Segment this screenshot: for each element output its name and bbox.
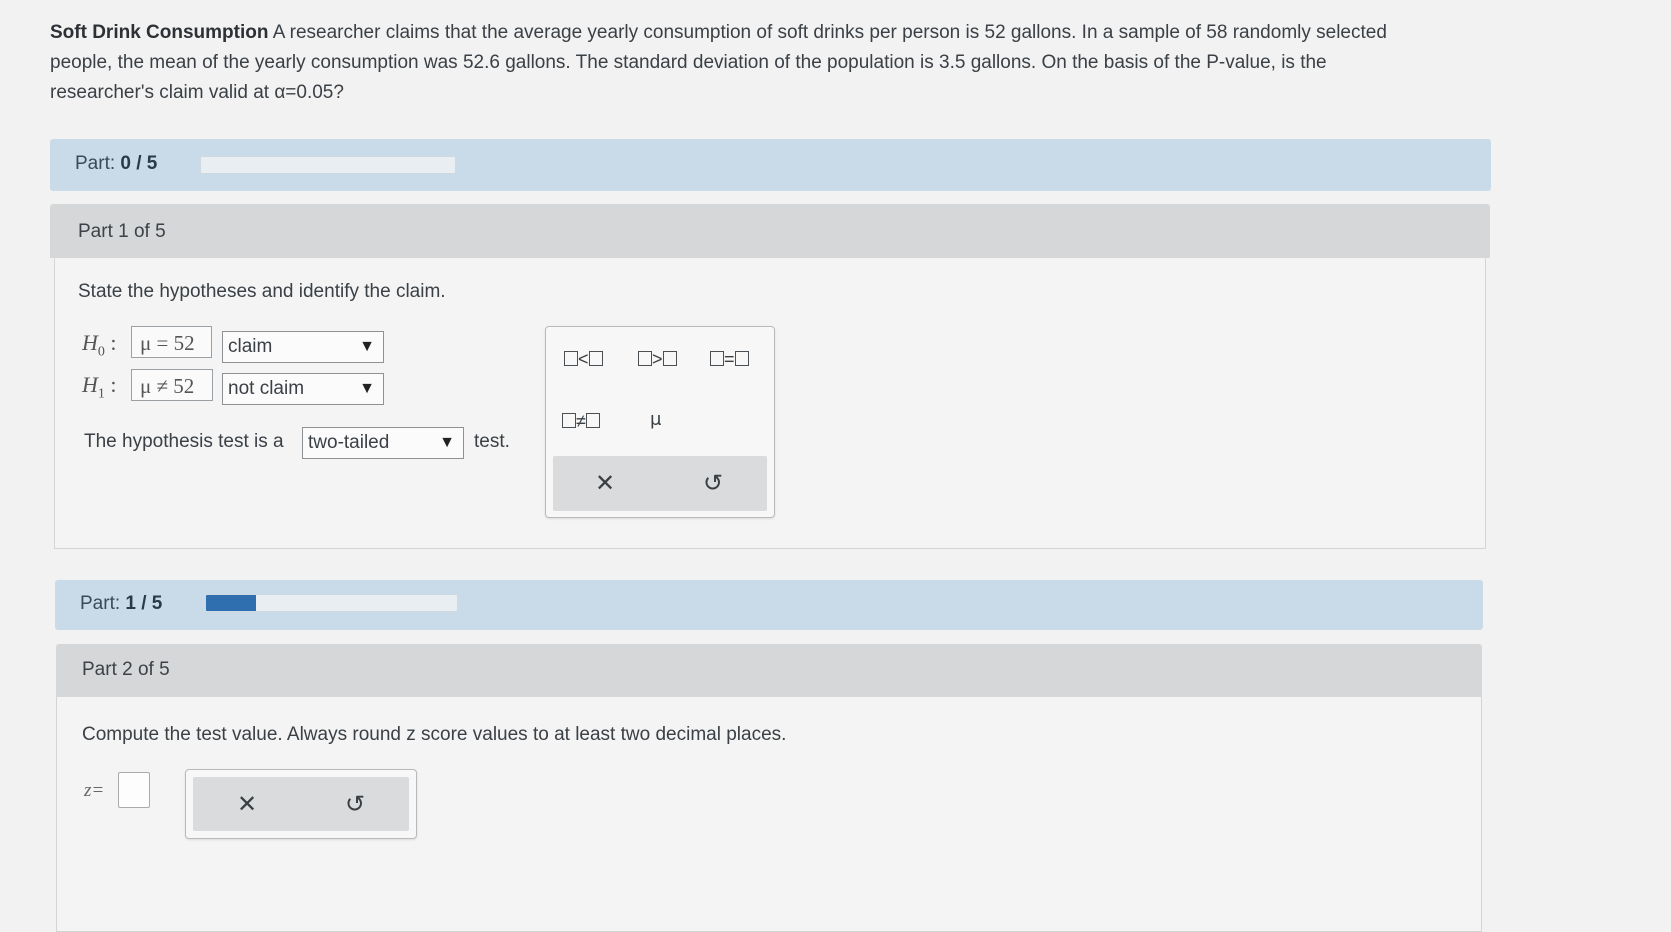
test-type-select[interactable]: two-tailed ▼ — [302, 427, 464, 459]
clear-icon[interactable]: ✕ — [237, 790, 257, 819]
problem-line-3: researcher's claim valid at α=0.05? — [50, 82, 344, 103]
progress-track-2 — [205, 594, 458, 612]
less-than-button[interactable]: < — [564, 349, 603, 370]
test-type-suffix: test. — [474, 431, 510, 452]
undo-icon[interactable]: ↺ — [345, 790, 365, 819]
problem-statement: Soft Drink Consumption A researcher clai… — [50, 18, 1610, 108]
undo-icon[interactable]: ↺ — [703, 469, 723, 498]
not-equal-button[interactable]: ≠ — [562, 411, 600, 432]
answer-palette: ✕ ↺ — [185, 769, 417, 839]
dropdown-arrow-icon: ▼ — [359, 338, 375, 355]
z-answer-input[interactable] — [118, 772, 150, 808]
dropdown-arrow-icon: ▼ — [359, 380, 375, 397]
part-1-instruction: State the hypotheses and identify the cl… — [78, 281, 446, 302]
h0-answer-box[interactable]: μ = 52 — [131, 326, 212, 358]
dropdown-arrow-icon: ▼ — [439, 434, 455, 451]
part-2-instruction: Compute the test value. Always round z s… — [82, 724, 787, 745]
greater-than-button[interactable]: > — [638, 349, 677, 370]
progress-bar-overall-2: Part: 1 / 5 — [55, 580, 1483, 630]
h0-claim-select[interactable]: claim ▼ — [222, 331, 384, 363]
progress-label: Part: 0 / 5 — [75, 153, 158, 174]
part-1-header: Part 1 of 5 — [50, 204, 1490, 258]
problem-title: Soft Drink Consumption — [50, 22, 269, 43]
progress-fill-2 — [206, 595, 257, 611]
equals-button[interactable]: = — [710, 349, 749, 370]
h0-label: H0 : — [82, 330, 117, 360]
test-type-prefix: The hypothesis test is a — [84, 431, 284, 452]
h1-claim-select[interactable]: not claim ▼ — [222, 373, 384, 405]
mu-button[interactable]: μ — [650, 409, 661, 430]
clear-icon[interactable]: ✕ — [595, 469, 615, 498]
palette-action-bar: ✕ ↺ — [553, 456, 767, 511]
z-label: z= — [84, 780, 105, 801]
progress-label-2: Part: 1 / 5 — [80, 593, 163, 614]
h1-label: H1 : — [82, 372, 117, 402]
progress-track — [200, 156, 456, 174]
problem-line-1: A researcher claims that the average yea… — [272, 22, 1387, 43]
problem-line-2: people, the mean of the yearly consumpti… — [50, 52, 1327, 73]
palette-action-bar-2: ✕ ↺ — [193, 777, 409, 831]
progress-bar-overall: Part: 0 / 5 — [50, 139, 1491, 191]
symbol-palette: < > = ≠ μ ✕ ↺ — [545, 326, 775, 518]
h1-answer-box[interactable]: μ ≠ 52 — [131, 369, 213, 401]
part-2-header: Part 2 of 5 — [56, 644, 1482, 697]
